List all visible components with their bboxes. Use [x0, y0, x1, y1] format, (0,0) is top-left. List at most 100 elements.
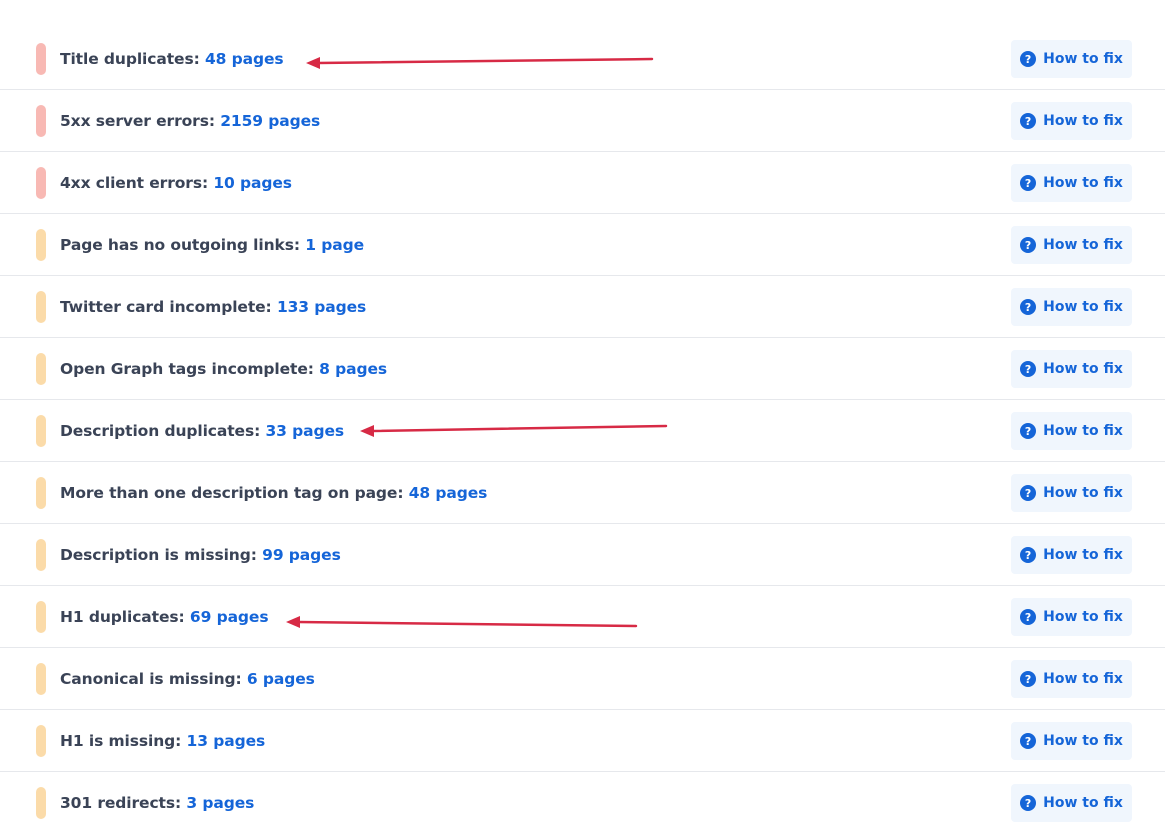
issue-text: Description is missing: 99 pages	[60, 524, 341, 586]
issue-row: More than one description tag on page: 4…	[0, 462, 1165, 524]
issue-count-link[interactable]: 2159 pages	[220, 112, 320, 130]
how-to-fix-label: How to fix	[1043, 237, 1123, 253]
issue-label: Canonical is missing:	[60, 670, 247, 688]
severity-indicator-warning	[36, 787, 46, 819]
how-to-fix-label: How to fix	[1043, 671, 1123, 687]
issue-text: 301 redirects: 3 pages	[60, 772, 254, 834]
issue-label: More than one description tag on page:	[60, 484, 409, 502]
issue-count-link[interactable]: 13 pages	[187, 732, 266, 750]
severity-indicator-warning	[36, 291, 46, 323]
how-to-fix-button[interactable]: ? How to fix	[1011, 350, 1132, 388]
question-circle-icon: ?	[1020, 237, 1037, 253]
how-to-fix-label: How to fix	[1043, 795, 1123, 811]
severity-indicator-warning	[36, 415, 46, 447]
severity-indicator-warning	[36, 725, 46, 757]
how-to-fix-button[interactable]: ? How to fix	[1011, 598, 1132, 636]
how-to-fix-label: How to fix	[1043, 733, 1123, 749]
issue-label: 4xx client errors:	[60, 174, 214, 192]
how-to-fix-button[interactable]: ? How to fix	[1011, 226, 1132, 264]
issue-row: Description duplicates: 33 pages ? How t…	[0, 400, 1165, 462]
issue-count-link[interactable]: 8 pages	[319, 360, 387, 378]
severity-indicator-warning	[36, 539, 46, 571]
issue-row: Twitter card incomplete: 133 pages ? How…	[0, 276, 1165, 338]
how-to-fix-label: How to fix	[1043, 113, 1123, 129]
issue-count-link[interactable]: 99 pages	[262, 546, 341, 564]
severity-indicator-warning	[36, 353, 46, 385]
issue-row: Description is missing: 99 pages ? How t…	[0, 524, 1165, 586]
issue-text: Twitter card incomplete: 133 pages	[60, 276, 366, 338]
severity-indicator-warning	[36, 477, 46, 509]
question-circle-icon: ?	[1020, 485, 1037, 501]
question-circle-icon: ?	[1020, 361, 1037, 377]
severity-indicator-critical	[36, 167, 46, 199]
issue-row: Page has no outgoing links: 1 page ? How…	[0, 214, 1165, 276]
issue-count-link[interactable]: 133 pages	[277, 298, 366, 316]
issue-text: Description duplicates: 33 pages	[60, 400, 344, 462]
question-circle-icon: ?	[1020, 423, 1037, 439]
site-audit-issue-list: Title duplicates: 48 pages ? How to fix …	[0, 28, 1165, 834]
issue-text: 5xx server errors: 2159 pages	[60, 90, 320, 152]
issue-text: Page has no outgoing links: 1 page	[60, 214, 364, 276]
how-to-fix-label: How to fix	[1043, 299, 1123, 315]
how-to-fix-button[interactable]: ? How to fix	[1011, 660, 1132, 698]
question-circle-icon: ?	[1020, 795, 1037, 811]
issue-row: H1 duplicates: 69 pages ? How to fix	[0, 586, 1165, 648]
severity-indicator-critical	[36, 105, 46, 137]
how-to-fix-label: How to fix	[1043, 361, 1123, 377]
question-circle-icon: ?	[1020, 733, 1037, 749]
how-to-fix-button[interactable]: ? How to fix	[1011, 40, 1132, 78]
how-to-fix-label: How to fix	[1043, 175, 1123, 191]
question-circle-icon: ?	[1020, 299, 1037, 315]
how-to-fix-button[interactable]: ? How to fix	[1011, 536, 1132, 574]
how-to-fix-button[interactable]: ? How to fix	[1011, 164, 1132, 202]
issue-text: Open Graph tags incomplete: 8 pages	[60, 338, 387, 400]
issue-row: Canonical is missing: 6 pages ? How to f…	[0, 648, 1165, 710]
severity-indicator-warning	[36, 601, 46, 633]
how-to-fix-label: How to fix	[1043, 51, 1123, 67]
issue-label: Open Graph tags incomplete:	[60, 360, 320, 378]
issue-row: H1 is missing: 13 pages ? How to fix	[0, 710, 1165, 772]
question-circle-icon: ?	[1020, 175, 1037, 191]
issue-text: 4xx client errors: 10 pages	[60, 152, 292, 214]
issue-text: Canonical is missing: 6 pages	[60, 648, 315, 710]
issue-count-link[interactable]: 10 pages	[213, 174, 292, 192]
issue-text: H1 is missing: 13 pages	[60, 710, 265, 772]
issue-row: Title duplicates: 48 pages ? How to fix	[0, 28, 1165, 90]
issue-label: Page has no outgoing links:	[60, 236, 306, 254]
how-to-fix-label: How to fix	[1043, 423, 1123, 439]
issue-count-link[interactable]: 48 pages	[205, 50, 284, 68]
how-to-fix-button[interactable]: ? How to fix	[1011, 288, 1132, 326]
how-to-fix-label: How to fix	[1043, 547, 1123, 563]
question-circle-icon: ?	[1020, 609, 1037, 625]
issue-label: H1 duplicates:	[60, 608, 190, 626]
how-to-fix-label: How to fix	[1043, 609, 1123, 625]
issue-count-link[interactable]: 69 pages	[190, 608, 269, 626]
severity-indicator-warning	[36, 229, 46, 261]
issue-text: Title duplicates: 48 pages	[60, 28, 284, 90]
issue-label: 301 redirects:	[60, 794, 187, 812]
severity-indicator-warning	[36, 663, 46, 695]
severity-indicator-critical	[36, 43, 46, 75]
question-circle-icon: ?	[1020, 671, 1037, 687]
issue-label: Description is missing:	[60, 546, 263, 564]
how-to-fix-button[interactable]: ? How to fix	[1011, 412, 1132, 450]
issue-count-link[interactable]: 6 pages	[247, 670, 315, 688]
how-to-fix-button[interactable]: ? How to fix	[1011, 102, 1132, 140]
how-to-fix-button[interactable]: ? How to fix	[1011, 474, 1132, 512]
question-circle-icon: ?	[1020, 547, 1037, 563]
issue-row: 301 redirects: 3 pages ? How to fix	[0, 772, 1165, 834]
issue-label: 5xx server errors:	[60, 112, 221, 130]
issue-label: Title duplicates:	[60, 50, 205, 68]
issue-row: Open Graph tags incomplete: 8 pages ? Ho…	[0, 338, 1165, 400]
issue-label: Description duplicates:	[60, 422, 266, 440]
issue-row: 4xx client errors: 10 pages ? How to fix	[0, 152, 1165, 214]
how-to-fix-label: How to fix	[1043, 485, 1123, 501]
question-circle-icon: ?	[1020, 113, 1037, 129]
issue-count-link[interactable]: 1 page	[305, 236, 364, 254]
how-to-fix-button[interactable]: ? How to fix	[1011, 722, 1132, 760]
issue-count-link[interactable]: 3 pages	[186, 794, 254, 812]
issue-count-link[interactable]: 33 pages	[266, 422, 345, 440]
issue-count-link[interactable]: 48 pages	[409, 484, 488, 502]
issue-text: H1 duplicates: 69 pages	[60, 586, 269, 648]
how-to-fix-button[interactable]: ? How to fix	[1011, 784, 1132, 822]
